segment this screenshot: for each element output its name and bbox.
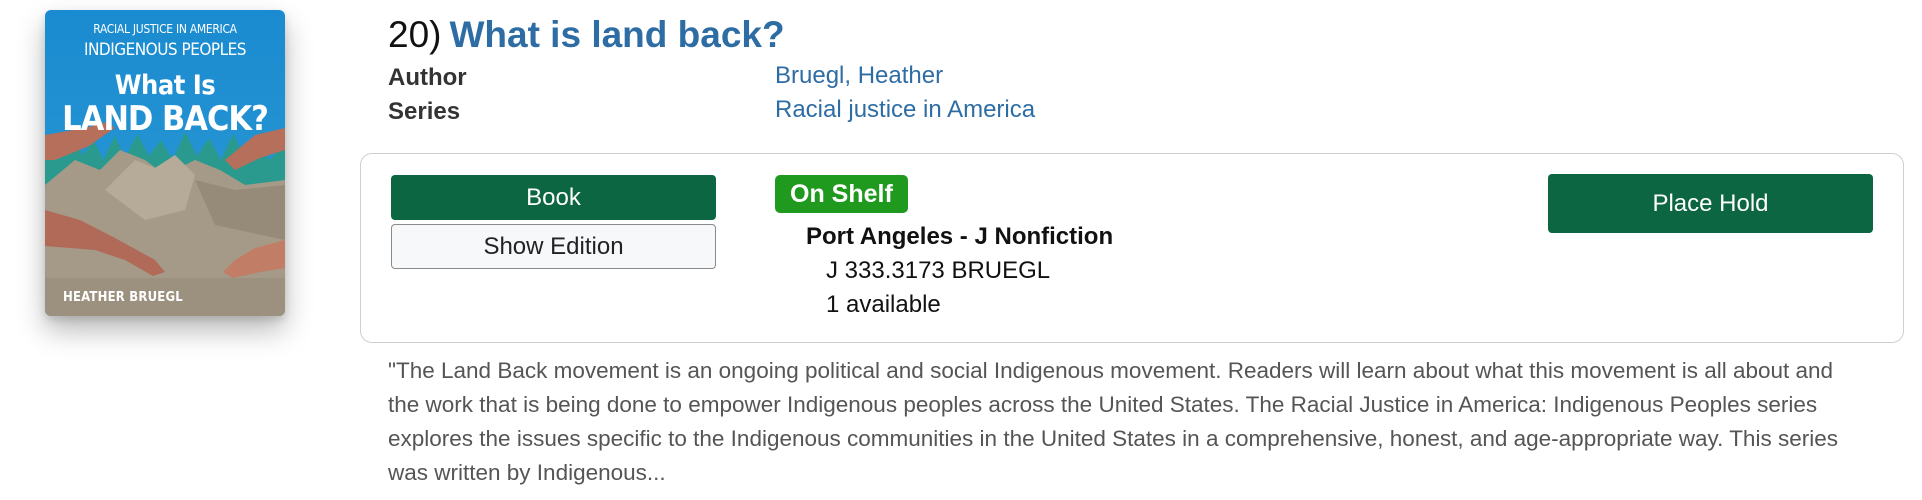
result-title-link[interactable]: What is land back? <box>449 14 784 56</box>
cover-series-line2: INDIGENOUS PEOPLES <box>83 40 247 60</box>
book-format-button[interactable]: Book <box>391 175 716 220</box>
series-link[interactable]: Racial justice in America <box>775 96 1035 124</box>
cover-title-line2: LAND BACK? <box>62 99 269 139</box>
cover-series-line1: RACIAL JUSTICE IN AMERICA <box>93 22 237 36</box>
book-cover-image[interactable]: RACIAL JUSTICE IN AMERICA INDIGENOUS PEO… <box>45 10 285 316</box>
cover-author: HEATHER BRUEGL <box>63 290 183 305</box>
place-hold-button[interactable]: Place Hold <box>1548 174 1873 233</box>
call-number: J 333.3173 BRUEGL <box>826 257 1051 284</box>
location-label: Port Angeles - J Nonfiction <box>806 223 1114 250</box>
show-edition-button[interactable]: Show Edition <box>391 224 716 269</box>
cover-title-line1: What Is <box>114 70 216 101</box>
author-link[interactable]: Bruegl, Heather <box>775 62 943 90</box>
author-label: Author <box>388 64 467 91</box>
result-title-row: 20) What is land back? <box>388 14 785 56</box>
availability-count: 1 available <box>826 291 941 318</box>
series-label: Series <box>388 98 461 125</box>
on-shelf-badge: On Shelf <box>775 175 908 213</box>
result-number: 20) <box>388 14 442 55</box>
description-text: "The Land Back movement is an ongoing po… <box>388 358 1838 485</box>
